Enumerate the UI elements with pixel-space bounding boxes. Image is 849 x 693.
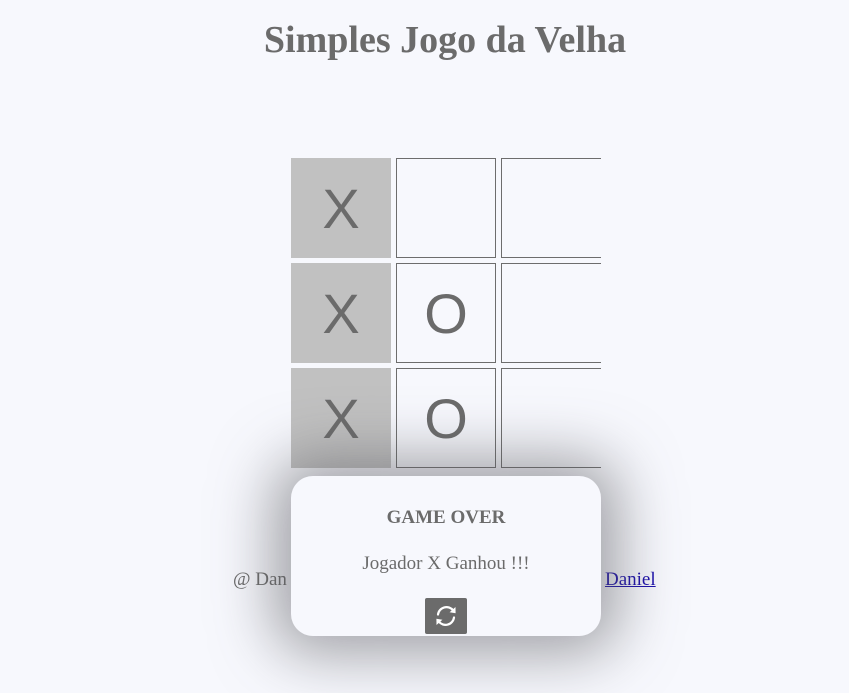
author-link[interactable]: Daniel	[605, 569, 656, 591]
board-cell-4[interactable]: X	[291, 263, 391, 363]
board-cell-5[interactable]: O	[396, 263, 496, 363]
game-board: X X O X O	[291, 158, 601, 468]
board-cell-6[interactable]	[501, 263, 601, 363]
board-cell-7[interactable]: X	[291, 368, 391, 468]
board-cell-9[interactable]	[501, 368, 601, 468]
board-cell-8[interactable]: O	[396, 368, 496, 468]
restart-button[interactable]	[425, 598, 467, 634]
board-cell-2[interactable]	[396, 158, 496, 258]
board-cell-1[interactable]: X	[291, 158, 391, 258]
board-cell-3[interactable]	[501, 158, 601, 258]
refresh-icon	[433, 603, 459, 629]
game-over-modal: GAME OVER Jogador X Ganhou !!!	[291, 476, 601, 636]
footer-credit: @ Dan	[233, 569, 287, 590]
modal-title: GAME OVER	[386, 507, 506, 528]
winner-message: Jogador X Ganhou !!!	[362, 553, 530, 574]
page-title: Simples Jogo da Velha	[263, 19, 627, 61]
